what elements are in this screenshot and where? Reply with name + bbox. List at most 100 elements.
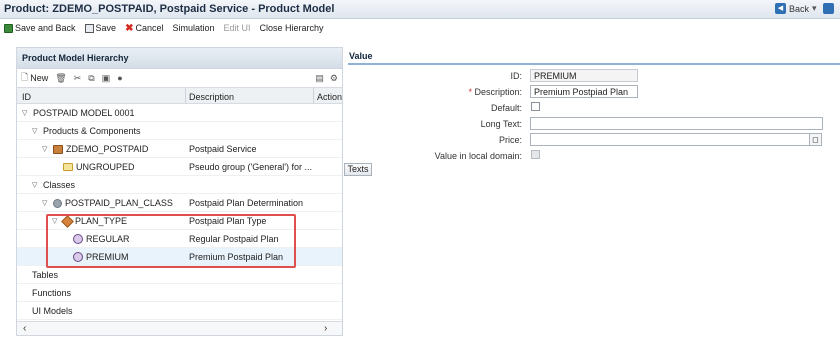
delete-icon[interactable]: 🗑	[55, 73, 66, 84]
hierarchy-panel: Product Model Hierarchy 🗋 New 🗑 ✂ ⧉ ▣ ● …	[16, 47, 343, 336]
edit-ui-label: Edit UI	[223, 23, 251, 33]
copy-icon[interactable]: ⧉	[88, 73, 94, 84]
page-title: Product: ZDEMO_POSTPAID, Postpaid Servic…	[4, 3, 335, 15]
tree-row-id: UI Models	[32, 306, 73, 316]
chevron-down-icon: ▾	[812, 3, 817, 13]
tree-row[interactable]: REGULAR Regular Postpaid Plan	[17, 230, 342, 248]
cut-icon[interactable]: ✂	[74, 73, 82, 84]
tree-row[interactable]: ▽ POSTPAID MODEL 0001	[17, 104, 342, 122]
id-row: ID:	[400, 69, 840, 83]
back-button[interactable]: ◀ Back ▾	[775, 3, 817, 14]
column-id[interactable]: ID	[22, 92, 31, 102]
tree-row-description: Premium Postpaid Plan	[189, 252, 284, 262]
hierarchy-toolbar: 🗋 New 🗑 ✂ ⧉ ▣ ● ▤ ⚙	[17, 69, 342, 87]
characteristic-icon	[61, 214, 74, 228]
back-label: Back	[789, 3, 810, 14]
tree-row[interactable]: ▽ ZDEMO_POSTPAID Postpaid Service	[17, 140, 342, 158]
column-description[interactable]: Description	[189, 92, 234, 102]
description-label: * Description:	[468, 87, 522, 97]
hierarchy-rows: ▽ POSTPAID MODEL 0001 ▽ Products & Componen…	[17, 104, 342, 320]
long-text-row: Long Text:	[400, 117, 840, 131]
local-domain-row: Value in local domain:	[400, 149, 840, 163]
price-value-help-icon[interactable]: ◻	[809, 133, 822, 146]
expand-triangle-icon[interactable]: ▽	[32, 127, 40, 135]
tree-row-description: Pseudo group ('General') for ...	[189, 162, 312, 172]
expand-triangle-icon[interactable]: ▽	[22, 109, 30, 117]
expand-triangle-icon[interactable]: ▽	[52, 217, 60, 225]
back-arrow-icon: ◀	[775, 3, 786, 14]
save-icon	[84, 23, 94, 33]
long-text-label: Long Text:	[480, 119, 522, 129]
close-hierarchy-label: Close Hierarchy	[259, 23, 324, 33]
save-and-back-label: Save and Back	[15, 23, 76, 33]
description-row: * Description:	[400, 85, 840, 99]
tree-row-id: UNGROUPED	[76, 162, 135, 172]
texts-button[interactable]: Texts	[344, 163, 372, 176]
long-text-field[interactable]	[530, 117, 823, 130]
scroll-left-icon[interactable]: ‹	[23, 323, 26, 334]
value-icon	[73, 252, 83, 262]
tree-row-id: Products & Components	[43, 126, 141, 136]
save-and-back-icon	[4, 23, 13, 33]
hierarchy-title: Product Model Hierarchy	[17, 48, 342, 69]
tree-row-id: POSTPAID_PLAN_CLASS	[65, 198, 173, 208]
export-icon[interactable]: ▤	[315, 73, 324, 84]
default-checkbox[interactable]	[531, 102, 540, 111]
value-icon	[73, 234, 83, 244]
save-button[interactable]: Save	[84, 23, 116, 33]
close-hierarchy-button[interactable]: Close Hierarchy	[260, 23, 324, 33]
tree-row-id: PLAN_TYPE	[75, 216, 128, 226]
tree-row-description: Postpaid Service	[189, 144, 257, 154]
tree-row-description: Postpaid Plan Determination	[189, 198, 304, 208]
expand-triangle-icon[interactable]: ▽	[42, 199, 50, 207]
tree-row-id: PREMIUM	[86, 252, 129, 262]
tree-row[interactable]: UI Models	[17, 302, 342, 320]
price-label: Price:	[498, 135, 522, 145]
class-gear-icon	[53, 198, 62, 208]
cancel-button[interactable]: ✖ Cancel	[125, 23, 163, 34]
tree-row[interactable]: ▽ POSTPAID_PLAN_CLASS Postpaid Plan Determ…	[17, 194, 342, 212]
tree-row-description: Regular Postpaid Plan	[189, 234, 279, 244]
tree-row[interactable]: ▽ Products & Components	[17, 122, 342, 140]
tree-row-id: Classes	[43, 180, 76, 190]
save-and-back-button[interactable]: Save and Back	[4, 23, 76, 33]
description-field[interactable]	[530, 85, 638, 98]
tree-row[interactable]: Tables	[17, 266, 342, 284]
simulation-label: Simulation	[172, 23, 215, 33]
tree-row[interactable]: PREMIUM Premium Postpaid Plan	[17, 248, 342, 266]
id-field[interactable]	[530, 69, 638, 82]
new-label: New	[30, 73, 49, 83]
tree-row[interactable]: ▽ PLAN_TYPE Postpaid Plan Type	[17, 212, 342, 230]
edit-ui-button[interactable]: Edit UI	[224, 23, 251, 33]
column-header: ID Description Action	[17, 87, 342, 104]
folder-icon	[63, 163, 73, 171]
tree-row-id: POSTPAID MODEL 0001	[33, 108, 135, 118]
simulation-button[interactable]: Simulation	[172, 23, 214, 33]
tree-row-description: Postpaid Plan Type	[189, 216, 267, 226]
local-domain-label: Value in local domain:	[434, 151, 522, 161]
tree-row-id: Tables	[32, 270, 59, 280]
settings-icon[interactable]: ⚙	[330, 73, 338, 84]
new-document-icon: 🗋	[21, 72, 29, 82]
column-action[interactable]: Action	[317, 92, 342, 102]
expand-triangle-icon[interactable]: ▽	[32, 181, 40, 189]
price-field[interactable]	[530, 133, 810, 146]
tree-row-id: Functions	[32, 288, 72, 298]
product-box-icon	[53, 144, 63, 154]
default-row: Default:	[400, 101, 840, 115]
tree-row[interactable]: Functions	[17, 284, 342, 302]
cancel-label: Cancel	[135, 23, 164, 33]
menu-icon[interactable]	[823, 3, 834, 14]
tree-row[interactable]: ▽ Classes	[17, 176, 342, 194]
main-toolbar: Save and Back Save ✖ Cancel Simulation E…	[0, 19, 840, 37]
expand-triangle-icon[interactable]: ▽	[42, 145, 50, 153]
scroll-right-icon[interactable]: ›	[324, 323, 327, 334]
collapse-icon[interactable]: ●	[117, 73, 122, 83]
cancel-icon: ✖	[125, 22, 134, 34]
value-panel-title: Value	[348, 51, 840, 65]
tree-row[interactable]: UNGROUPED Pseudo group ('General') for ..…	[17, 158, 342, 176]
horizontal-scrollbar[interactable]: ‹ ›	[17, 321, 342, 335]
paste-icon[interactable]: ▣	[102, 73, 111, 84]
new-button[interactable]: 🗋 New	[21, 70, 48, 86]
tree-row-id: ZDEMO_POSTPAID	[66, 144, 149, 154]
